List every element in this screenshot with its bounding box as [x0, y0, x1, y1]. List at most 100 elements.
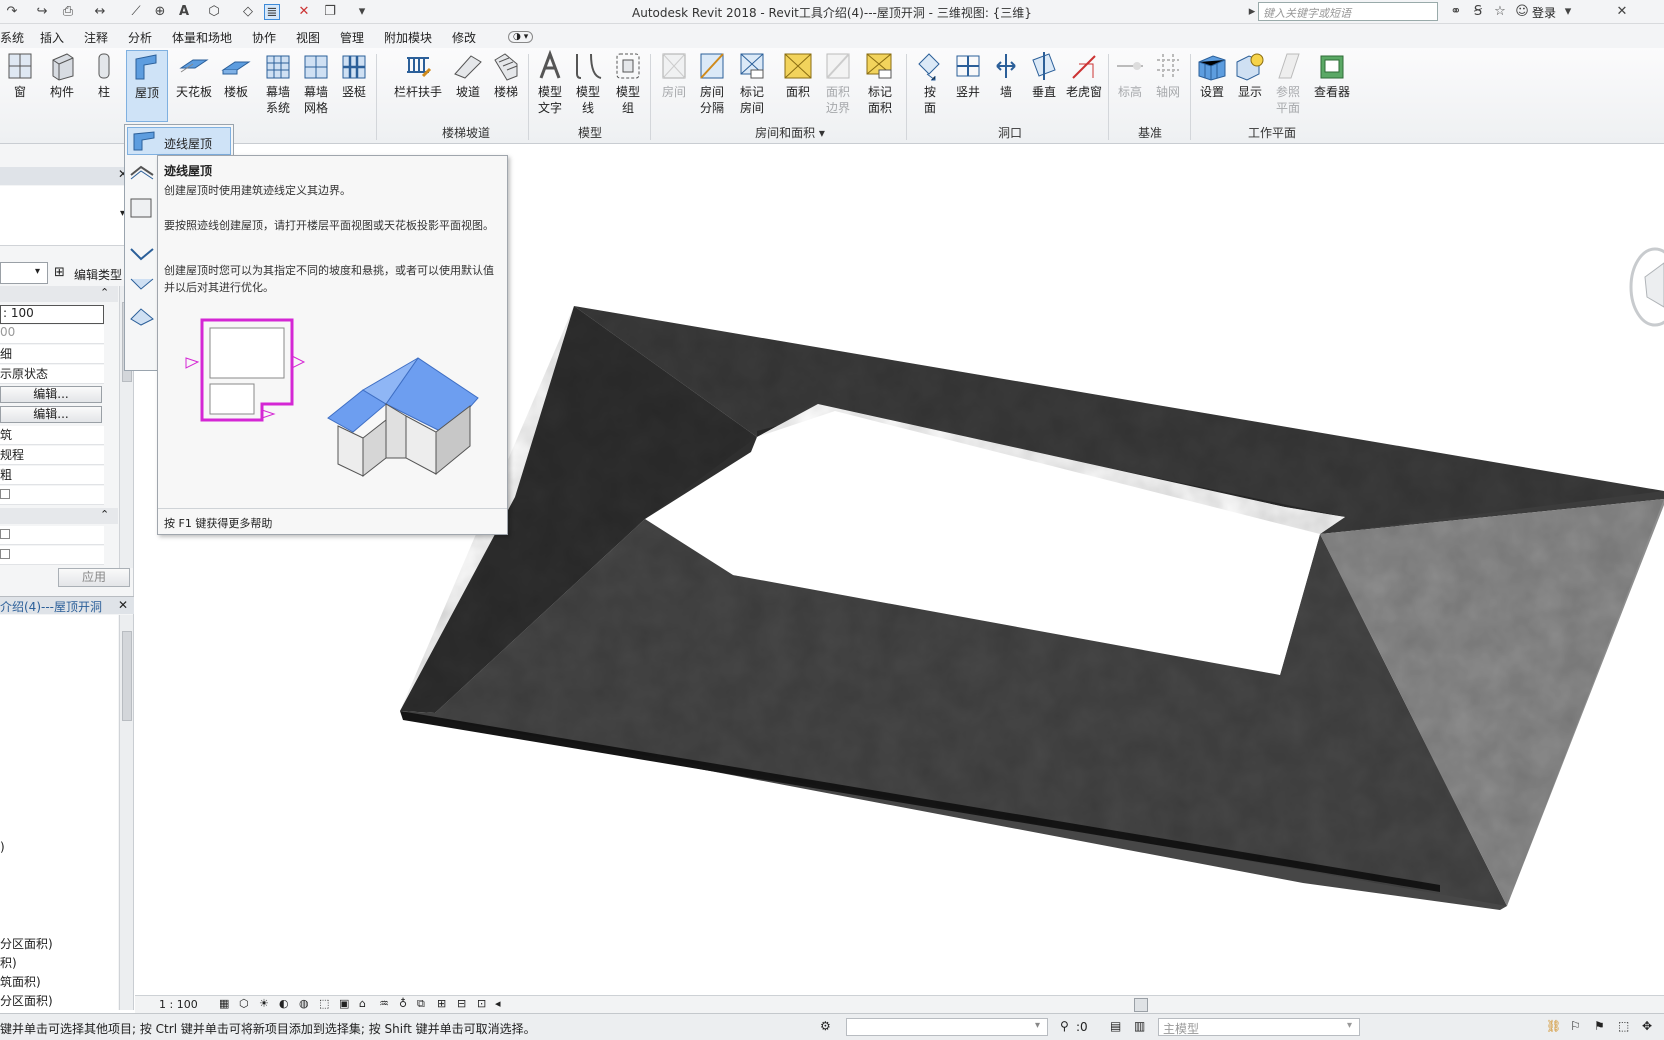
type-selector[interactable]: ▾	[0, 186, 134, 246]
drag-on-selection-icon[interactable]: ✥	[1642, 1019, 1652, 1033]
select-underlay-icon[interactable]: ⚐	[1570, 1019, 1581, 1033]
select-links-icon[interactable]: ⛓	[1546, 1019, 1561, 1033]
show-work-plane-button[interactable]: 显示	[1232, 50, 1268, 100]
railing-button[interactable]: 栏杆扶手	[390, 50, 446, 100]
analytical-model-icon[interactable]: ⊡	[477, 997, 486, 1010]
temp-hide-icon[interactable]: ♒	[379, 997, 389, 1010]
checkbox-row-2[interactable]	[0, 526, 104, 545]
workset-icon[interactable]: ⚙	[820, 1019, 831, 1033]
view-scale[interactable]: 1 : 100	[159, 998, 198, 1011]
communication-icon[interactable]: Ꞩ	[1470, 4, 1486, 20]
level-button[interactable]: 标高	[1112, 50, 1148, 100]
tab-analyze[interactable]: 分析	[128, 29, 152, 46]
star-icon[interactable]: ☆	[1492, 4, 1508, 20]
detail-level-icon[interactable]: ▦	[219, 997, 229, 1010]
tab-insert[interactable]: 插入	[40, 29, 64, 46]
grid-button[interactable]: 轴网	[1150, 50, 1186, 100]
model-line-button[interactable]: 模型 线	[570, 50, 606, 116]
browser-item[interactable]: 分区面积)	[0, 935, 53, 952]
discipline-row[interactable]: 筑	[0, 426, 104, 445]
close-icon[interactable]: ✕	[118, 598, 128, 612]
wall-opening-button[interactable]: 墙	[988, 50, 1024, 100]
area-button[interactable]: 面积	[780, 50, 816, 100]
user-icon[interactable]: ☺	[1514, 4, 1530, 20]
edit-type-button[interactable]: 编辑类型	[74, 266, 122, 283]
browser-item[interactable]: )	[0, 840, 5, 854]
model-text-button[interactable]: 模型 文字	[532, 50, 568, 116]
roof-soffit-icon[interactable]	[129, 243, 155, 265]
checkbox[interactable]	[0, 489, 10, 499]
view-scale-field[interactable]: : 100	[0, 305, 104, 324]
reveal-hidden-icon[interactable]: ♁	[399, 997, 407, 1010]
viewer-button[interactable]: 查看器	[1310, 50, 1354, 100]
tag-room-button[interactable]: 标记 房间	[734, 50, 770, 116]
dropdown-icon[interactable]: ▾	[1560, 4, 1576, 20]
column-button[interactable]: 柱	[86, 50, 122, 100]
edit-button[interactable]: 编辑...	[0, 386, 102, 403]
tab-modify[interactable]: 修改	[452, 29, 476, 46]
stair-button[interactable]: 楼梯	[488, 50, 524, 100]
design-option-dropdown[interactable]: 主模型 ▾	[1158, 1018, 1360, 1036]
highlight-displacement-icon[interactable]: ⊞	[437, 997, 446, 1010]
sub-discipline-row[interactable]: 规程	[0, 446, 104, 465]
curtain-grid-button[interactable]: 幕墙 网格	[298, 50, 334, 116]
tab-massing-site[interactable]: 体量和场地	[172, 29, 232, 46]
roof-button[interactable]: 屋顶	[126, 50, 168, 122]
exchange-icon[interactable]: ✕	[1614, 4, 1630, 20]
checkbox[interactable]	[0, 549, 10, 559]
display-state-row[interactable]: 示原状态	[0, 365, 104, 384]
checkbox-row-3[interactable]	[0, 546, 104, 565]
tag-area-button[interactable]: 标记 面积	[862, 50, 898, 116]
scrollbar-thumb[interactable]	[122, 631, 132, 721]
login-label[interactable]: 登录	[1532, 4, 1556, 21]
crop-view-icon[interactable]: ⬚	[319, 997, 329, 1010]
tab-addins[interactable]: 附加模块	[384, 29, 432, 46]
roof-extrusion-icon[interactable]	[129, 161, 155, 183]
browser-item[interactable]: 积)	[0, 954, 17, 971]
search-input[interactable]: 键入关键字或短语	[1258, 2, 1438, 21]
window-button[interactable]: 窗	[2, 50, 38, 100]
shaft-button[interactable]: 竖井	[950, 50, 986, 100]
edit-button-2[interactable]: 编辑...	[0, 406, 102, 423]
shadows-icon[interactable]: ◐	[279, 997, 289, 1010]
browser-item[interactable]: 筑面积)	[0, 973, 41, 990]
properties-group-header[interactable]: ⌃	[0, 286, 118, 302]
tab-systems[interactable]: 系统	[0, 29, 24, 46]
phase-row[interactable]: 粗	[0, 466, 104, 485]
show-crop-icon[interactable]: ▣	[339, 997, 349, 1010]
checkbox-row[interactable]	[0, 486, 104, 505]
model-icon[interactable]: ▥	[1134, 1019, 1145, 1033]
room-area-panel-label[interactable]: 房间和面积 ▾	[740, 124, 840, 141]
project-browser-scrollbar[interactable]	[119, 615, 133, 1010]
tab-annotate[interactable]: 注释	[84, 29, 108, 46]
ramp-button[interactable]: 坡道	[450, 50, 486, 100]
instance-filter-dropdown[interactable]: ▾	[0, 262, 48, 284]
render-icon[interactable]: ◍	[299, 997, 309, 1010]
detail-level-row[interactable]: 细	[0, 345, 104, 364]
tab-collaborate[interactable]: 协作	[252, 29, 276, 46]
by-face-button[interactable]: 按 面	[912, 50, 948, 116]
menu-item-roof-by-footprint[interactable]: 迹线屋顶	[127, 127, 231, 155]
roof-by-face-icon[interactable]	[129, 195, 155, 221]
curtain-system-button[interactable]: 幕墙 系统	[260, 50, 296, 116]
select-by-face-icon[interactable]: ⬚	[1618, 1019, 1629, 1033]
component-button[interactable]: 构件	[44, 50, 80, 100]
vertical-opening-button[interactable]: 垂直	[1026, 50, 1062, 100]
area-boundary-button[interactable]: 面积 边界	[820, 50, 856, 116]
scroll-left-icon[interactable]: ◂	[495, 997, 501, 1010]
lock-3d-icon[interactable]: ⌂	[359, 997, 366, 1010]
select-pinned-icon[interactable]: ⚑	[1594, 1019, 1605, 1033]
set-work-plane-button[interactable]: 设置	[1194, 50, 1230, 100]
temporary-properties-icon[interactable]: ⊟	[457, 997, 466, 1010]
tab-view[interactable]: 视图	[296, 29, 320, 46]
collapse-icon[interactable]: ⌃	[100, 286, 109, 299]
horizontal-scroll-thumb[interactable]	[1134, 998, 1148, 1012]
dormer-button[interactable]: 老虎窗	[1062, 50, 1106, 100]
properties-group-header-2[interactable]: ⌃	[0, 508, 118, 524]
ceiling-button[interactable]: 天花板	[172, 50, 216, 100]
model-group-button[interactable]: 模型 组	[610, 50, 646, 116]
worksharing-icon[interactable]: ⧉	[417, 997, 425, 1011]
binoculars-icon[interactable]: ⚭	[1448, 4, 1464, 20]
viewcube[interactable]	[1629, 247, 1664, 327]
room-separator-button[interactable]: 房间 分隔	[694, 50, 730, 116]
